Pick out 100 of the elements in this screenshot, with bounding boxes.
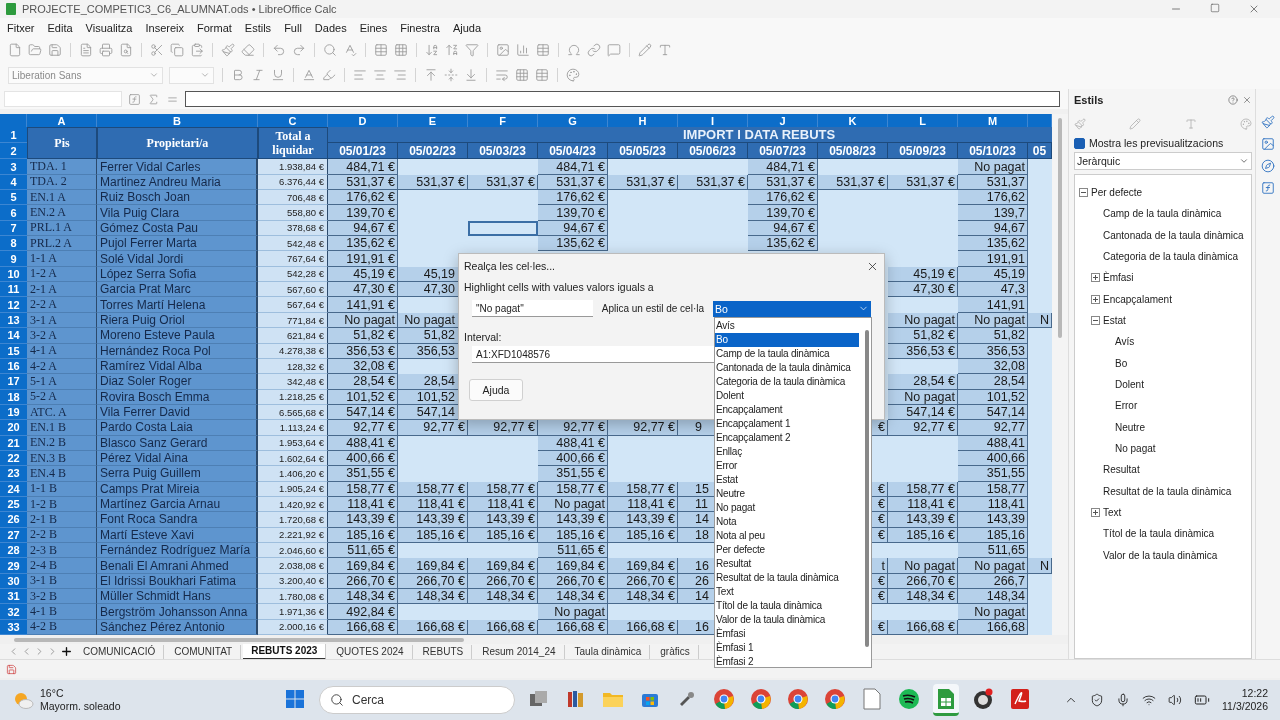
cut-icon[interactable]	[150, 42, 164, 57]
name-box[interactable]	[4, 91, 122, 108]
palette-icon[interactable]	[566, 68, 580, 83]
row-header[interactable]: 6	[0, 205, 27, 221]
style-item[interactable]: Estat	[1103, 314, 1126, 326]
paintbrush-icon[interactable]	[221, 42, 235, 57]
scroll-bar[interactable]	[1052, 114, 1068, 636]
style-item[interactable]: Dolent	[1115, 379, 1144, 390]
column-header[interactable]: K	[818, 114, 888, 128]
sheet-tab[interactable]: REBUTS 2023	[243, 643, 327, 660]
redo-icon[interactable]	[292, 42, 306, 57]
pdf-icon[interactable]	[1010, 687, 1030, 710]
font-size-field[interactable]	[169, 67, 214, 84]
pencil-icon[interactable]	[1129, 118, 1142, 131]
chart-icon[interactable]	[516, 42, 530, 57]
dropdown-option[interactable]: Enllaç	[715, 445, 859, 459]
dropdown-option[interactable]: Bo	[715, 333, 859, 347]
style-item[interactable]: Èmfasi	[1103, 272, 1134, 284]
dropdown-option[interactable]: Avís	[715, 319, 859, 333]
undo-icon[interactable]	[272, 42, 286, 57]
align-bottom-icon[interactable]	[464, 68, 478, 83]
palette-icon[interactable]	[1240, 118, 1252, 131]
dropdown-option[interactable]: Èmfasi 2	[715, 655, 859, 667]
menu-item[interactable]: Dades	[309, 21, 352, 34]
copy-icon[interactable]	[170, 42, 184, 57]
highlighter-icon[interactable]	[322, 68, 336, 83]
row-header[interactable]: 3	[0, 159, 27, 175]
paintbrush-icon[interactable]	[1074, 118, 1086, 131]
style-item[interactable]: Error	[1115, 400, 1138, 412]
row-header[interactable]: 23	[0, 466, 27, 482]
value-field[interactable]: "No pagat"	[472, 300, 593, 317]
dropdown-option[interactable]: Èmfasi 1	[715, 641, 859, 655]
align-center-icon[interactable]	[373, 68, 387, 83]
menu-item[interactable]: Finestra	[395, 21, 445, 34]
expand-toggle[interactable]	[1091, 294, 1100, 304]
menu-item[interactable]: Eines	[354, 21, 393, 34]
browser-icon[interactable]	[824, 687, 846, 710]
style-item[interactable]: Bo	[1115, 357, 1128, 369]
styles-icon[interactable]	[1261, 115, 1275, 130]
image-icon[interactable]	[496, 42, 510, 57]
style-item[interactable]: Categoria de la taula dinàmica	[1103, 250, 1239, 262]
filter-select[interactable]: Jeràrquic	[1074, 152, 1252, 170]
function-icon[interactable]	[128, 92, 141, 106]
expand-toggle[interactable]	[1091, 273, 1100, 283]
style-item[interactable]: Resultat	[1103, 464, 1140, 476]
sum-icon[interactable]	[147, 92, 160, 106]
shield-icon[interactable]	[1090, 693, 1105, 708]
style-item[interactable]: No pagat	[1115, 443, 1156, 455]
column-header[interactable]: H	[608, 114, 678, 128]
dropdown-option[interactable]: Dolent	[715, 389, 859, 403]
formula-input[interactable]	[185, 91, 1060, 108]
bold-icon[interactable]	[231, 68, 245, 83]
menu-item[interactable]: Full	[279, 21, 307, 34]
new-document-icon[interactable]	[8, 42, 22, 57]
dropdown-option[interactable]: Camp de la taula dinàmica	[715, 347, 859, 361]
table-icon[interactable]	[536, 42, 550, 57]
browser-icon[interactable]	[787, 687, 809, 710]
corner-header[interactable]	[0, 114, 27, 128]
sort-ascending-icon[interactable]	[425, 42, 439, 57]
column-header[interactable]	[1028, 114, 1052, 128]
column-header[interactable]: I	[678, 114, 748, 128]
column-header[interactable]: F	[468, 114, 538, 128]
comment-icon[interactable]	[607, 42, 621, 57]
column-header[interactable]: L	[888, 114, 958, 128]
font-name-field[interactable]: Liberation Sans	[8, 67, 163, 84]
style-item[interactable]: Cantonada de la taula dinàmica	[1103, 229, 1244, 241]
row-header[interactable]: 1	[0, 127, 27, 144]
save-icon[interactable]	[48, 42, 62, 57]
compass-icon[interactable]	[1261, 159, 1275, 174]
style-item[interactable]: Avís	[1115, 336, 1135, 348]
collapse-toggle[interactable]	[1079, 187, 1088, 197]
text-icon[interactable]	[1184, 118, 1197, 131]
selected-cell[interactable]	[468, 220, 538, 237]
sheet-tab[interactable]: Resum 2014_24	[474, 644, 565, 659]
books-icon[interactable]	[566, 688, 586, 709]
export-icon[interactable]	[79, 42, 93, 57]
document-icon[interactable]	[863, 687, 881, 710]
style-item[interactable]: Text	[1103, 507, 1122, 519]
microphone-icon[interactable]	[1116, 693, 1131, 708]
style-item[interactable]: Per defecte	[1091, 186, 1143, 198]
print-preview-icon[interactable]	[119, 42, 133, 57]
style-item[interactable]: Neutre	[1115, 421, 1145, 433]
maximize-icon[interactable]	[1210, 2, 1220, 13]
dropdown-option[interactable]: Categoria de la taula dinàmica	[715, 375, 859, 389]
row-header[interactable]: 11	[0, 282, 27, 298]
align-left-icon[interactable]	[353, 68, 367, 83]
underline-icon[interactable]	[271, 68, 285, 83]
menu-item[interactable]: Fitxer	[2, 21, 40, 34]
link-icon[interactable]	[587, 42, 601, 57]
scroll-bar[interactable]	[865, 330, 869, 647]
dropdown-option[interactable]: Error	[715, 459, 859, 473]
style-select[interactable]: Bo	[713, 300, 871, 317]
style-item[interactable]: Valor de la taula dinàmica	[1103, 549, 1218, 561]
sheet-tab[interactable]: COMUNICACIÓ	[75, 644, 165, 659]
menu-item[interactable]: Format	[192, 21, 237, 34]
add-sheet-icon[interactable]	[60, 645, 73, 659]
grid-icon[interactable]	[394, 42, 408, 57]
search-icon[interactable]	[330, 693, 344, 708]
table-icon[interactable]	[535, 68, 549, 83]
column-header[interactable]: A	[27, 114, 97, 128]
